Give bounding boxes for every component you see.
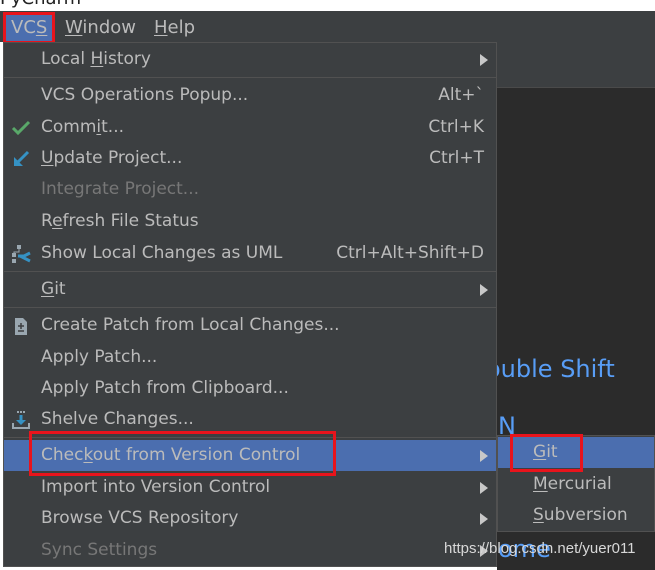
- editor-hint-search-everywhere: ouble Shift: [486, 355, 615, 383]
- menu-window[interactable]: Window: [59, 14, 142, 42]
- submenu-item-subversion[interactable]: Subversion: [498, 500, 654, 531]
- menu-item-label: Create Patch from Local Changes...: [41, 315, 340, 335]
- submenu-item-label: Git: [533, 442, 558, 462]
- submenu-arrow-icon: [480, 513, 488, 525]
- menu-help-label: Help: [154, 17, 196, 38]
- menu-item-apply-patch-from-clipboard[interactable]: Apply Patch from Clipboard...: [4, 373, 496, 404]
- submenu-item-label: Mercurial: [533, 474, 612, 494]
- submenu-item-mercurial[interactable]: Mercurial: [498, 469, 654, 500]
- menu-item-shelve-changes[interactable]: Shelve Changes...: [4, 404, 496, 435]
- patch-file-icon: [10, 315, 32, 337]
- menu-item-checkout-from-version-control[interactable]: Checkout from Version Control: [4, 440, 496, 471]
- submenu-arrow-icon: [480, 284, 488, 296]
- menu-item-label: Commit...: [41, 117, 125, 137]
- watermark: https://blog.csdn.net/yuer011: [444, 540, 636, 557]
- menu-item-label: Apply Patch from Clipboard...: [41, 378, 289, 398]
- menu-item-label: VCS Operations Popup...: [41, 85, 249, 105]
- check-icon: [10, 117, 32, 139]
- menu-item-label: Checkout from Version Control: [41, 445, 301, 465]
- menu-separator: [4, 437, 496, 438]
- menu-item-label: Browse VCS Repository: [41, 508, 239, 528]
- menu-item-label: Sync Settings: [41, 540, 158, 560]
- uml-diagram-icon: [10, 243, 32, 265]
- menu-item-label: Apply Patch...: [41, 347, 158, 367]
- shortcut-label: Ctrl+T: [429, 148, 484, 168]
- menu-item-show-local-changes-as-uml[interactable]: Show Local Changes as UML Ctrl+Alt+Shift+…: [4, 238, 496, 269]
- menu-item-label: Update Project...: [41, 148, 183, 168]
- submenu-item-label: Subversion: [533, 505, 628, 525]
- submenu-arrow-icon: [480, 450, 488, 462]
- menu-vcs[interactable]: VCS: [2, 12, 56, 44]
- menu-item-label: Show Local Changes as UML: [41, 243, 283, 263]
- menu-item-commit[interactable]: Commit... Ctrl+K: [4, 112, 496, 143]
- menu-item-git[interactable]: Git: [4, 274, 496, 305]
- shortcut-label: Ctrl+Alt+Shift+D: [336, 243, 484, 263]
- vcs-menu: Local History VCS Operations Popup... Alt+…: [3, 42, 497, 567]
- submenu-arrow-icon: [480, 482, 488, 494]
- window-title-strip: PyCharm: [0, 0, 655, 11]
- menu-item-label: Local History: [41, 49, 151, 69]
- shortcut-label: Alt+`: [438, 85, 484, 105]
- editor-hint-partial: N: [498, 412, 516, 436]
- submenu-arrow-icon: [480, 54, 488, 66]
- menu-help[interactable]: Help: [148, 14, 201, 42]
- menu-vcs-label: VCS: [11, 17, 48, 38]
- menu-item-label: Git: [41, 279, 66, 299]
- menu-item-refresh-file-status[interactable]: Refresh File Status: [4, 206, 496, 237]
- checkout-submenu: Git Mercurial Subversion: [497, 435, 655, 532]
- menu-item-browse-vcs-repository[interactable]: Browse VCS Repository: [4, 503, 496, 534]
- submenu-item-git[interactable]: Git: [498, 437, 654, 468]
- menu-item-apply-patch[interactable]: Apply Patch...: [4, 342, 496, 373]
- menu-item-sync-settings: Sync Settings: [4, 535, 496, 566]
- menu-separator: [4, 271, 496, 272]
- menu-item-label: Import into Version Control: [41, 477, 271, 497]
- menu-separator: [4, 77, 496, 78]
- menu-item-label: Refresh File Status: [41, 211, 199, 231]
- update-arrow-icon: [10, 148, 32, 170]
- menu-item-integrate-project: Integrate Project...: [4, 174, 496, 205]
- shortcut-label: Ctrl+K: [428, 117, 484, 137]
- menu-window-label: Window: [65, 17, 136, 38]
- shelve-icon: [10, 409, 32, 431]
- menu-separator: [4, 307, 496, 308]
- menu-item-label: Shelve Changes...: [41, 409, 194, 429]
- menu-item-vcs-operations-popup[interactable]: VCS Operations Popup... Alt+`: [4, 80, 496, 111]
- menu-item-label: Integrate Project...: [41, 179, 200, 199]
- menu-item-import-into-version-control[interactable]: Import into Version Control: [4, 472, 496, 503]
- menu-bar: VCS Window Help: [0, 11, 655, 44]
- window-title: PyCharm: [0, 0, 81, 9]
- menu-item-update-project[interactable]: Update Project... Ctrl+T: [4, 143, 496, 174]
- editor-toolbar: [497, 42, 655, 88]
- menu-item-local-history[interactable]: Local History: [4, 44, 496, 75]
- menu-item-create-patch-from-local-changes[interactable]: Create Patch from Local Changes...: [4, 310, 496, 341]
